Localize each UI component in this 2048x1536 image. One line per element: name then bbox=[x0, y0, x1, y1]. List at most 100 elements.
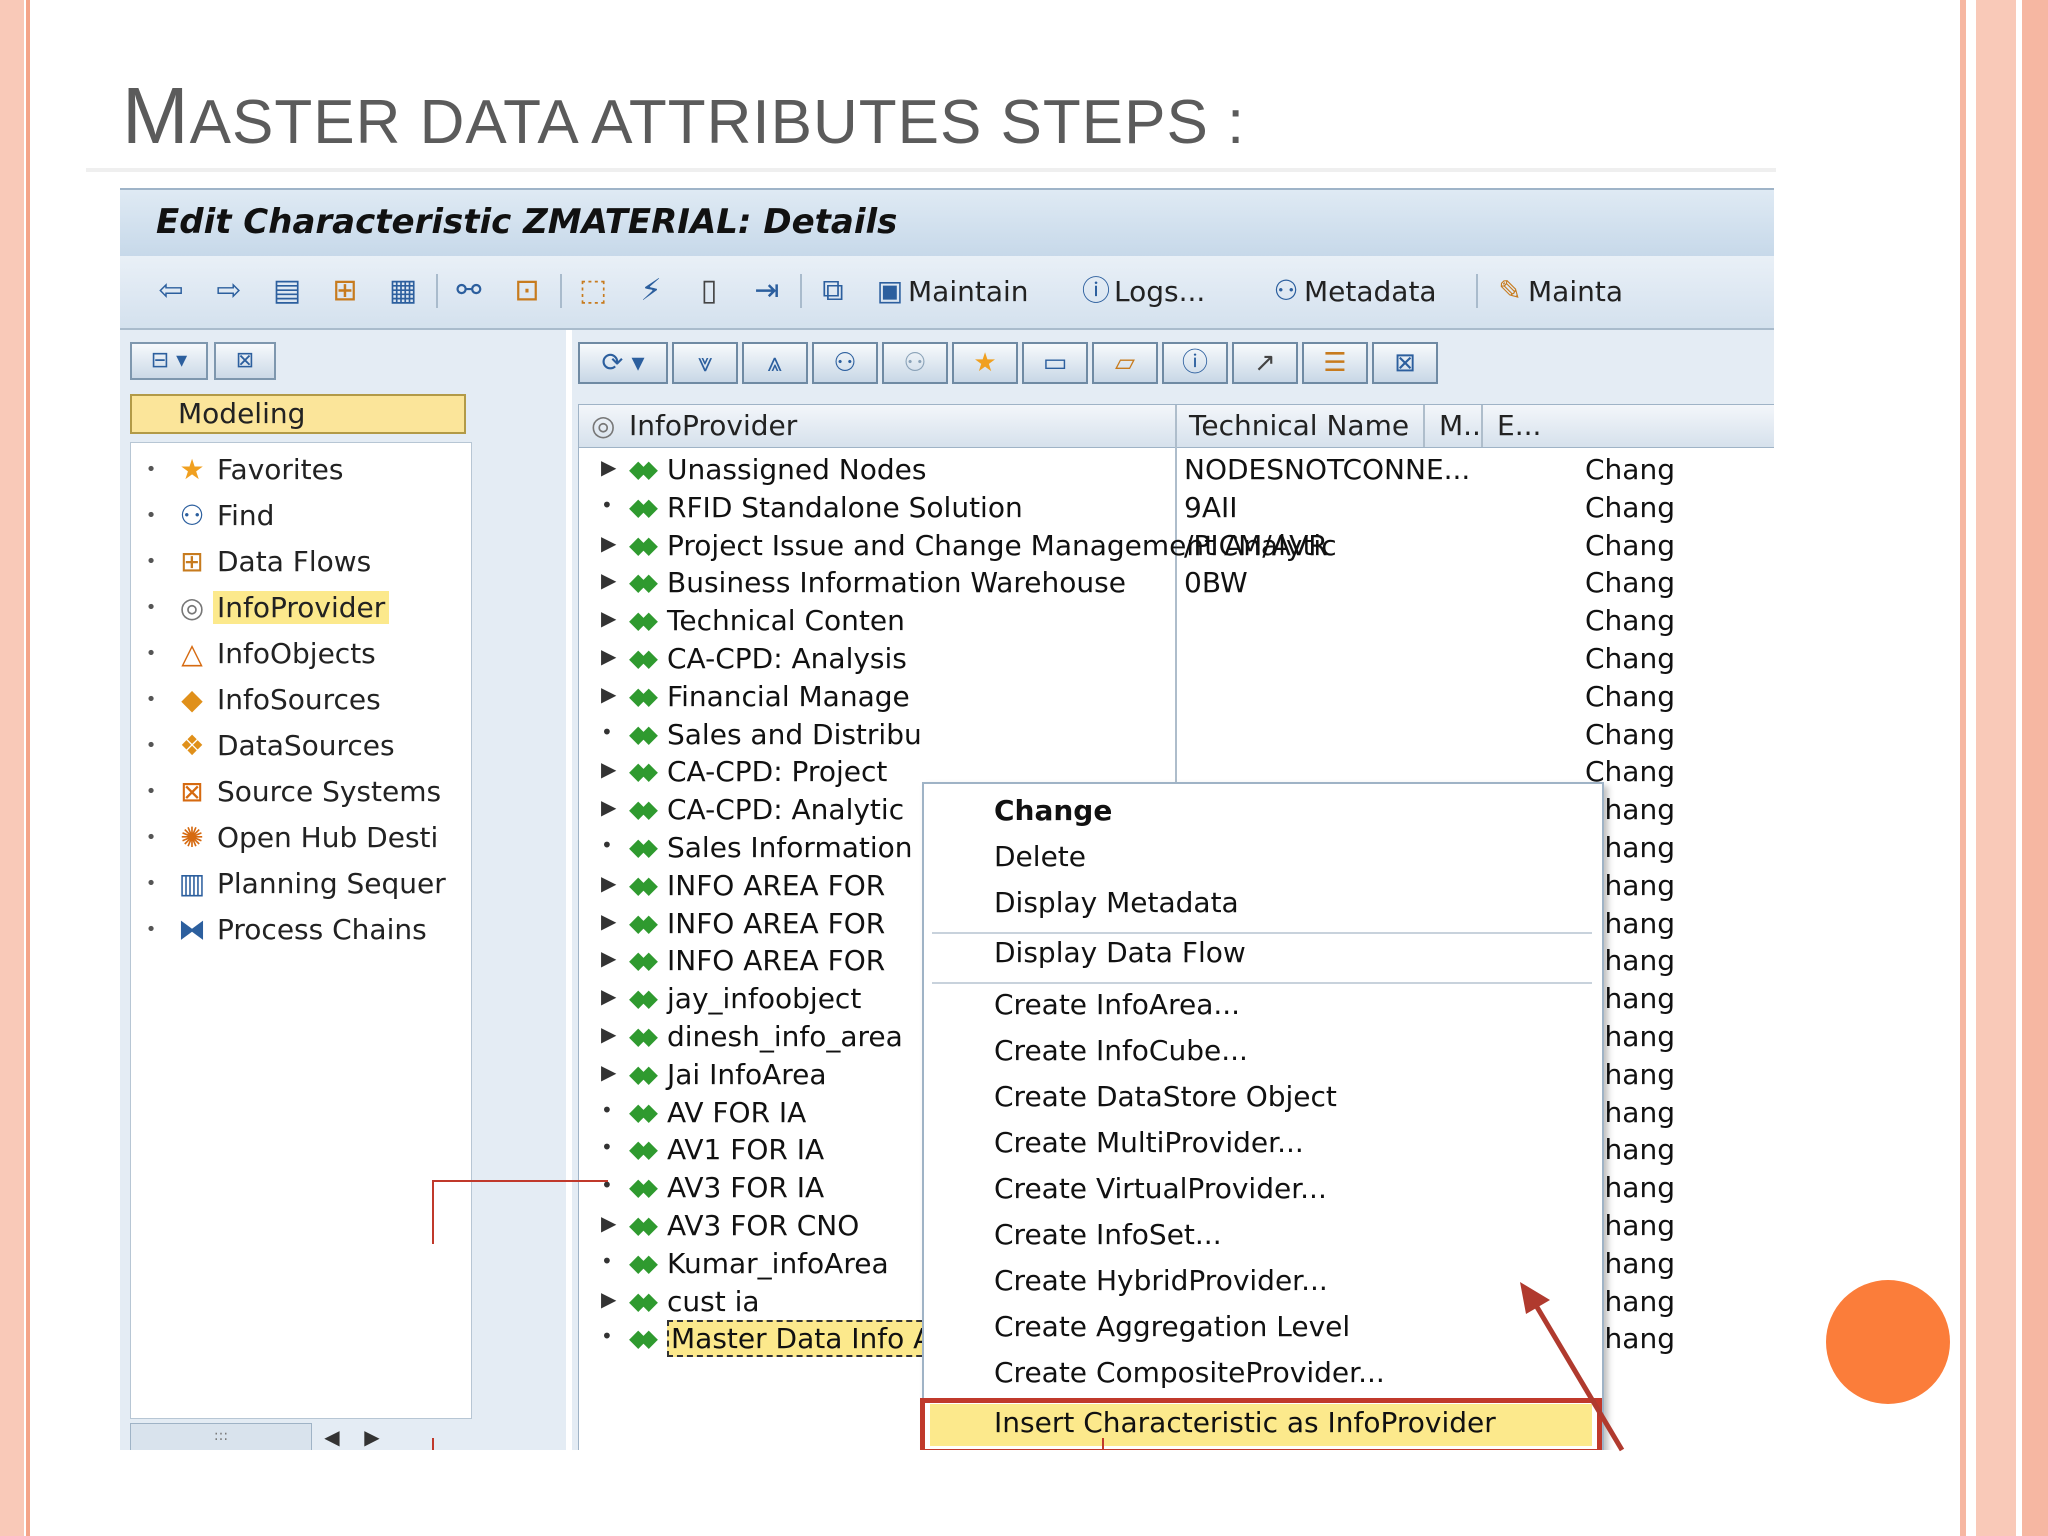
horizontal-scrollbar[interactable]: ::: ◀ ▶ bbox=[130, 1422, 470, 1450]
expand-arrow-icon[interactable]: ▶ bbox=[601, 682, 616, 706]
context-menu-item[interactable]: Create DataStore Object bbox=[994, 1080, 1337, 1113]
m-column-header[interactable]: M.. bbox=[1439, 409, 1481, 442]
scroll-right-icon[interactable]: ▶ bbox=[352, 1425, 392, 1449]
expand-arrow-icon[interactable]: ▶ bbox=[601, 909, 616, 933]
infoarea-icon: ◆◆ bbox=[629, 984, 658, 1013]
leaf-bullet-icon: • bbox=[601, 492, 613, 517]
expand-arrow-icon[interactable]: ▶ bbox=[601, 1211, 616, 1235]
infoprovider-column-header[interactable]: InfoProvider bbox=[629, 409, 797, 442]
nav-item-planning-sequences[interactable]: • ▥ Planning Sequer bbox=[131, 863, 450, 903]
hierarchy-button[interactable]: ☰ bbox=[1302, 342, 1368, 384]
infoarea-icon: ◆◆ bbox=[629, 1211, 658, 1239]
infoarea-name: Financial Manage bbox=[667, 679, 910, 713]
modeling-header[interactable]: Modeling bbox=[130, 394, 466, 434]
bullet: • bbox=[145, 596, 157, 618]
nav-item-infoprovider[interactable]: • ◎ InfoProvider bbox=[131, 587, 390, 627]
layout-dropdown-button[interactable]: ⊟ ▾ bbox=[130, 342, 208, 380]
context-menu-item[interactable]: Create InfoArea... bbox=[994, 988, 1240, 1021]
nav-item-data-flows[interactable]: • ⊞ Data Flows bbox=[131, 541, 375, 581]
export-icon[interactable]: ⇥ bbox=[750, 276, 784, 306]
close-tree-button[interactable]: ⊠ bbox=[1372, 342, 1438, 384]
forward-arrow-icon[interactable]: ⇨ bbox=[212, 276, 246, 306]
e-column-header[interactable]: E... bbox=[1497, 409, 1541, 442]
expand-arrow-icon[interactable]: ▶ bbox=[601, 946, 616, 970]
context-menu-item[interactable]: Create InfoCube... bbox=[994, 1034, 1248, 1067]
maintain-other-button[interactable]: ✎ Mainta bbox=[1492, 272, 1623, 310]
context-menu-item[interactable]: Create MultiProvider... bbox=[994, 1126, 1304, 1159]
expand-arrow-icon[interactable]: ▶ bbox=[601, 606, 616, 630]
table-icon[interactable]: ▦ bbox=[386, 276, 420, 306]
expand-arrow-icon[interactable]: ▶ bbox=[601, 1287, 616, 1311]
nav-item-infosources[interactable]: • ◆ InfoSources bbox=[131, 679, 385, 719]
nav-item-source-systems[interactable]: • ⊠ Source Systems bbox=[131, 771, 445, 811]
hierarchy-icon[interactable]: ⊞ bbox=[328, 276, 362, 306]
expand-arrow-icon[interactable]: ▶ bbox=[601, 984, 616, 1008]
nav-item-process-chains[interactable]: • ⧓ Process Chains bbox=[131, 909, 431, 949]
expand-arrow-icon[interactable]: ▶ bbox=[601, 568, 616, 592]
add-favorite-button[interactable]: ★ bbox=[952, 342, 1018, 384]
tree-row[interactable]: ▶ ◆◆ Project Issue and Change Management A… bbox=[579, 529, 1774, 567]
expand-arrow-icon[interactable]: ▶ bbox=[601, 1022, 616, 1046]
tree-row[interactable]: • ◆◆ Sales and Distribu Chang bbox=[579, 718, 1774, 756]
context-menu-item[interactable]: Create Aggregation Level bbox=[994, 1310, 1350, 1343]
tree-row[interactable]: ▶ ◆◆ CA-CPD: Analysis Chang bbox=[579, 642, 1774, 680]
maintain-button[interactable]: ▣ Maintain bbox=[872, 272, 1029, 310]
context-menu-item[interactable]: Change bbox=[994, 794, 1112, 827]
expand-arrow-icon[interactable]: ▶ bbox=[601, 1060, 616, 1084]
star-icon: ★ bbox=[179, 452, 205, 486]
find-button[interactable]: ⚇ bbox=[812, 342, 878, 384]
find-next-button[interactable]: ⚇ bbox=[882, 342, 948, 384]
navigate-button[interactable]: ↗ bbox=[1232, 342, 1298, 384]
tree-row[interactable]: • ◆◆ RFID Standalone Solution 9AII Chang bbox=[579, 491, 1774, 529]
expand-all-button[interactable]: ⩔ bbox=[672, 342, 738, 384]
nav-item-favorites[interactable]: • ★ Favorites bbox=[131, 449, 347, 489]
infoarea-name: AV1 FOR IA bbox=[667, 1133, 825, 1167]
collapse-all-button[interactable]: ⩓ bbox=[742, 342, 808, 384]
edit-mode: Chang bbox=[1585, 679, 1675, 713]
refresh-button[interactable]: ⟳ ▾ bbox=[578, 342, 668, 384]
expand-arrow-icon[interactable]: ▶ bbox=[601, 795, 616, 819]
scrollbar-thumb[interactable]: ::: bbox=[130, 1423, 312, 1450]
tree-row[interactable]: ▶ ◆◆ Unassigned Nodes NODESNOTCONNE... Chang bbox=[579, 453, 1774, 491]
context-menu-item[interactable]: Create VirtualProvider... bbox=[994, 1172, 1327, 1205]
expand-arrow-icon[interactable]: ▶ bbox=[601, 531, 616, 555]
infoarea-icon: ◆◆ bbox=[629, 1324, 658, 1353]
context-menu-item[interactable]: Create InfoSet... bbox=[994, 1218, 1222, 1251]
context-menu-item[interactable]: Display Data Flow bbox=[994, 936, 1246, 969]
nav-item-datasources[interactable]: • ❖ DataSources bbox=[131, 725, 399, 765]
back-arrow-icon[interactable]: ⇦ bbox=[154, 276, 188, 306]
transport-icon[interactable]: ⬚ bbox=[576, 276, 610, 306]
expand-arrow-icon[interactable]: ▶ bbox=[601, 871, 616, 895]
expand-arrow-icon[interactable]: ▶ bbox=[601, 455, 616, 479]
context-menu-item[interactable]: Create HybridProvider... bbox=[994, 1264, 1328, 1297]
metadata-button[interactable]: ⚇ Metadata bbox=[1268, 272, 1436, 310]
infoarea-icon: ◆◆ bbox=[629, 568, 658, 597]
context-menu-item[interactable]: Delete bbox=[994, 840, 1086, 873]
logs-button[interactable]: ⓘ Logs... bbox=[1078, 272, 1205, 310]
bullet: • bbox=[145, 918, 157, 940]
magic-wand-icon[interactable]: ⚡ bbox=[634, 276, 668, 306]
infoarea-icon: ◆◆ bbox=[629, 1022, 658, 1050]
tree-row[interactable]: ▶ ◆◆ Business Information Warehouse 0BW Chan… bbox=[579, 566, 1774, 604]
display-button[interactable]: ▭ bbox=[1022, 342, 1088, 384]
create-object-icon[interactable]: ⊡ bbox=[510, 276, 544, 306]
new-document-icon[interactable]: ▯ bbox=[692, 276, 726, 306]
context-menu-item[interactable]: Create CompositeProvider... bbox=[994, 1356, 1385, 1389]
expand-arrow-icon[interactable]: ▶ bbox=[601, 644, 616, 668]
info-button[interactable]: ⓘ bbox=[1162, 342, 1228, 384]
technical-name-column-header[interactable]: Technical Name bbox=[1189, 409, 1409, 442]
glasses-icon[interactable]: ⚯ bbox=[452, 276, 486, 306]
nav-item-find[interactable]: • ⚇ Find bbox=[131, 495, 278, 535]
close-pane-button[interactable]: ⊠ bbox=[214, 342, 276, 380]
folder-button[interactable]: ▱ bbox=[1092, 342, 1158, 384]
nav-item-open-hub[interactable]: • ✺ Open Hub Desti bbox=[131, 817, 442, 857]
expand-arrow-icon[interactable]: ▶ bbox=[601, 757, 616, 781]
scroll-left-icon[interactable]: ◀ bbox=[312, 1425, 352, 1449]
context-menu-item[interactable]: Display Metadata bbox=[994, 886, 1239, 919]
tree-row[interactable]: ▶ ◆◆ Financial Manage Chang bbox=[579, 680, 1774, 718]
list-view-icon[interactable]: ▤ bbox=[270, 276, 304, 306]
nav-item-infoobjects[interactable]: • △ InfoObjects bbox=[131, 633, 380, 673]
network-icon[interactable]: ⧉ bbox=[816, 276, 850, 306]
hierarchy-icon: ☰ bbox=[1323, 348, 1347, 378]
tree-row[interactable]: ▶ ◆◆ Technical Conten Chang bbox=[579, 604, 1774, 642]
